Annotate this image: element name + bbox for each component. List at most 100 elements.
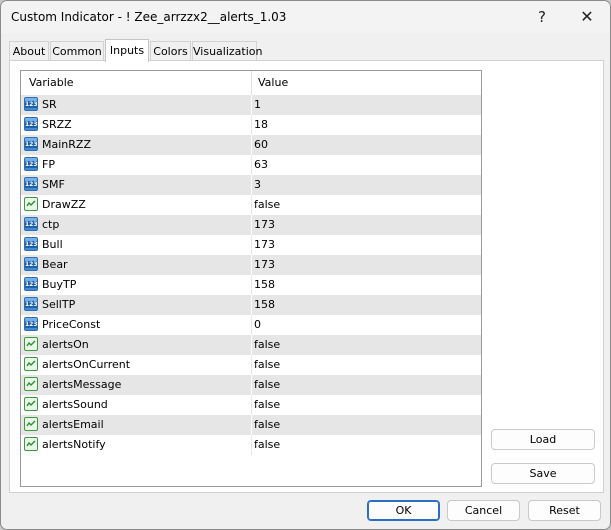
number-icon-label: 123 (25, 121, 38, 128)
variable-name: ctp (42, 218, 60, 231)
variable-name: FP (42, 158, 55, 171)
variable-value[interactable]: 3 (254, 175, 261, 195)
variable-value[interactable]: 158 (254, 295, 275, 315)
input-row[interactable]: 123 SMF 3 (21, 175, 481, 195)
cancel-button[interactable]: Cancel (447, 500, 520, 521)
column-divider (251, 395, 252, 415)
custom-indicator-dialog: Custom Indicator - ! Zee_arrzzx2__alerts… (0, 0, 611, 530)
variable-name: alertsEmail (42, 418, 104, 431)
column-divider (251, 335, 252, 355)
variable-value[interactable]: 1 (254, 95, 261, 115)
input-row[interactable]: 123 Bull 173 (21, 235, 481, 255)
tab-common[interactable]: Common (50, 41, 104, 61)
reset-button[interactable]: Reset (528, 500, 601, 521)
column-divider (251, 415, 252, 435)
input-row[interactable]: 123 MainRZZ 60 (21, 135, 481, 155)
tab-about[interactable]: About (9, 41, 49, 61)
boolean-icon (24, 437, 38, 451)
help-button[interactable]: ? (519, 1, 565, 33)
number-icon-label: 123 (25, 261, 38, 268)
variable-name: SMF (42, 178, 65, 191)
variable-name: Bull (42, 238, 63, 251)
input-row[interactable]: 123 SellTP 158 (21, 295, 481, 315)
variable-name: alertsOnCurrent (42, 358, 131, 371)
number-icon-label: 123 (25, 181, 38, 188)
tab-colors[interactable]: Colors (150, 41, 191, 61)
variable-value[interactable]: 63 (254, 155, 268, 175)
input-row[interactable]: 123 FP 63 (21, 155, 481, 175)
variable-value[interactable]: false (254, 355, 280, 375)
variable-value[interactable]: false (254, 415, 280, 435)
input-row[interactable]: alertsEmail false (21, 415, 481, 435)
variable-value[interactable]: 0 (254, 315, 261, 335)
variable-name: DrawZZ (42, 198, 86, 211)
number-icon: 123 (24, 317, 38, 331)
number-icon: 123 (24, 217, 38, 231)
title-bar: Custom Indicator - ! Zee_arrzzx2__alerts… (1, 1, 610, 33)
column-divider (251, 275, 252, 295)
input-row[interactable]: 123 ctp 173 (21, 215, 481, 235)
number-icon-label: 123 (25, 221, 38, 228)
variable-value[interactable]: false (254, 435, 280, 455)
number-icon-label: 123 (25, 241, 38, 248)
column-divider (251, 95, 252, 115)
column-divider (251, 435, 252, 455)
variable-value[interactable]: 173 (254, 215, 275, 235)
variable-value[interactable]: 60 (254, 135, 268, 155)
input-row[interactable]: alertsSound false (21, 395, 481, 415)
variable-value[interactable]: 158 (254, 275, 275, 295)
save-button[interactable]: Save (491, 463, 595, 484)
number-icon: 123 (24, 297, 38, 311)
number-icon-label: 123 (25, 101, 38, 108)
header-value[interactable]: Value (252, 71, 481, 95)
column-divider (251, 255, 252, 275)
variable-value[interactable]: false (254, 335, 280, 355)
input-row[interactable]: alertsOn false (21, 335, 481, 355)
column-divider (251, 355, 252, 375)
column-divider (251, 115, 252, 135)
number-icon-label: 123 (25, 281, 38, 288)
window-title: Custom Indicator - ! Zee_arrzzx2__alerts… (11, 10, 287, 24)
input-row[interactable]: DrawZZ false (21, 195, 481, 215)
variable-value[interactable]: false (254, 375, 280, 395)
tab-visualization[interactable]: Visualization (192, 41, 262, 61)
number-icon-label: 123 (25, 321, 38, 328)
ok-button[interactable]: OK (367, 500, 440, 521)
variable-value[interactable]: false (254, 395, 280, 415)
variable-name: SellTP (42, 298, 76, 311)
input-row[interactable]: 123 BuyTP 158 (21, 275, 481, 295)
column-divider (251, 375, 252, 395)
column-divider (251, 295, 252, 315)
boolean-icon (24, 377, 38, 391)
column-divider (251, 215, 252, 235)
input-row[interactable]: 123 SR 1 (21, 95, 481, 115)
grid-header: Variable Value (21, 71, 481, 95)
input-row[interactable]: 123 Bear 173 (21, 255, 481, 275)
boolean-icon (24, 357, 38, 371)
boolean-icon (24, 337, 38, 351)
variable-value[interactable]: 18 (254, 115, 268, 135)
number-icon-label: 123 (25, 161, 38, 168)
variable-value[interactable]: 173 (254, 235, 275, 255)
input-row[interactable]: alertsMessage false (21, 375, 481, 395)
variable-name: alertsMessage (42, 378, 122, 391)
input-row[interactable]: 123 SRZZ 18 (21, 115, 481, 135)
header-variable[interactable]: Variable (21, 71, 251, 95)
input-row[interactable]: 123 PriceConst 0 (21, 315, 481, 335)
variable-name: Bear (42, 258, 68, 271)
load-button[interactable]: Load (491, 429, 595, 450)
variable-name: alertsOn (42, 338, 89, 351)
variable-value[interactable]: false (254, 195, 280, 215)
input-row[interactable]: alertsOnCurrent false (21, 355, 481, 375)
tab-inputs[interactable]: Inputs (105, 39, 149, 62)
boolean-icon (24, 417, 38, 431)
number-icon: 123 (24, 257, 38, 271)
close-button[interactable]: ✕ (564, 1, 610, 33)
variable-name: alertsSound (42, 398, 108, 411)
variable-name: BuyTP (42, 278, 77, 291)
variable-name: SR (42, 98, 57, 111)
boolean-icon (24, 397, 38, 411)
input-row[interactable]: alertsNotify false (21, 435, 481, 455)
column-divider (251, 195, 252, 215)
variable-value[interactable]: 173 (254, 255, 275, 275)
